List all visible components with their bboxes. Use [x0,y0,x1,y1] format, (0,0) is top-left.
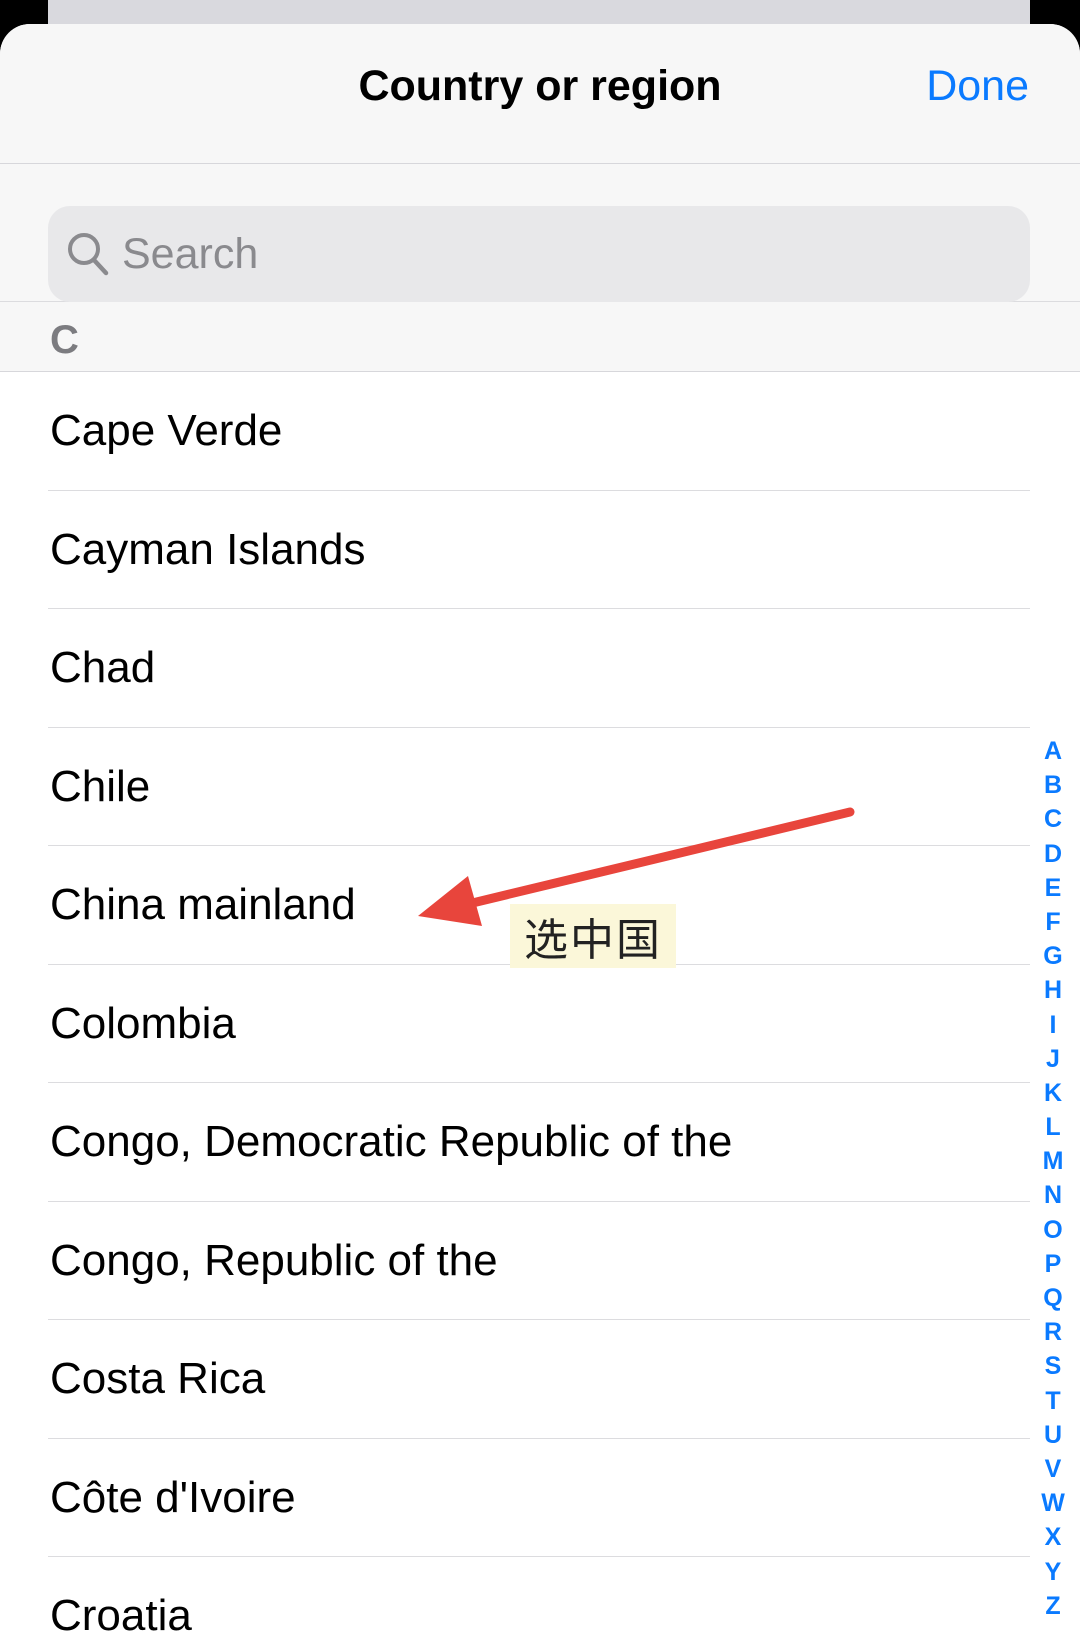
index-letter[interactable]: G [1043,939,1062,973]
country-list: Cape Verde Cayman Islands Chad Chile Chi… [0,372,1080,1649]
done-button[interactable]: Done [926,62,1029,111]
country-label: Colombia [50,998,236,1048]
index-letter[interactable]: H [1044,973,1062,1007]
list-item[interactable]: Côte d'Ivoire [0,1439,1080,1557]
country-label: Congo, Democratic Republic of the [50,1117,733,1166]
list-item[interactable]: Colombia [0,965,1080,1083]
index-letter[interactable]: U [1044,1418,1062,1452]
list-item[interactable]: Croatia [0,1557,1080,1649]
country-label: Cape Verde [50,406,283,455]
nav-bar: Country or region Done [0,24,1080,164]
list-item[interactable]: Cape Verde [0,372,1080,491]
index-letter[interactable]: T [1045,1384,1060,1418]
country-label: Congo, Republic of the [50,1235,498,1285]
list-item[interactable]: Chad [0,609,1080,728]
search-bar[interactable] [48,206,1030,302]
index-letter[interactable]: K [1044,1076,1062,1110]
country-label: China mainland [50,880,356,929]
index-letter[interactable]: L [1045,1110,1060,1144]
index-letter[interactable]: D [1044,837,1062,871]
page-title: Country or region [358,62,722,110]
index-letter[interactable]: Q [1043,1281,1062,1315]
country-label: Costa Rica [50,1354,266,1403]
annotation-note: 选中国 [510,904,676,968]
index-letter[interactable]: A [1044,734,1062,768]
index-letter[interactable]: Y [1045,1555,1062,1589]
list-item[interactable]: Congo, Democratic Republic of the [0,1083,1080,1202]
country-label: Croatia [50,1591,192,1640]
index-letter[interactable]: Z [1045,1589,1060,1623]
index-letter[interactable]: F [1045,905,1060,939]
index-letter[interactable]: P [1045,1247,1062,1281]
country-label: Côte d'Ivoire [50,1472,296,1522]
search-icon [68,233,109,276]
index-letter[interactable]: N [1044,1178,1062,1212]
index-letter[interactable]: I [1050,1008,1057,1042]
section-header: C [0,302,1080,372]
index-letter[interactable]: O [1043,1213,1062,1247]
index-letter[interactable]: V [1045,1452,1062,1486]
index-letter[interactable]: M [1043,1144,1064,1178]
search-input[interactable] [122,206,1002,302]
list-item[interactable]: Cayman Islands [0,491,1080,609]
annotation-text: 选中国 [524,915,662,966]
index-letter[interactable]: R [1044,1315,1062,1349]
section-letter: C [50,318,79,362]
index-letter[interactable]: W [1041,1486,1065,1520]
index-letter[interactable]: C [1044,802,1062,836]
index-letter[interactable]: E [1045,871,1062,905]
index-letter[interactable]: S [1045,1349,1062,1383]
index-letter[interactable]: J [1046,1042,1060,1076]
country-label: Cayman Islands [50,524,366,574]
country-label: Chile [50,761,151,811]
alphabet-index[interactable]: A B C D E F G H I J K L M N O P Q R S T … [1036,734,1070,1623]
search-area [0,164,1080,302]
list-item[interactable]: Costa Rica [0,1320,1080,1439]
index-letter[interactable]: B [1044,768,1062,802]
country-label: Chad [50,643,156,692]
country-picker-sheet: Country or region Done C Cape Verde Caym… [0,24,1080,1649]
index-letter[interactable]: X [1045,1520,1062,1554]
list-item[interactable]: Congo, Republic of the [0,1202,1080,1320]
